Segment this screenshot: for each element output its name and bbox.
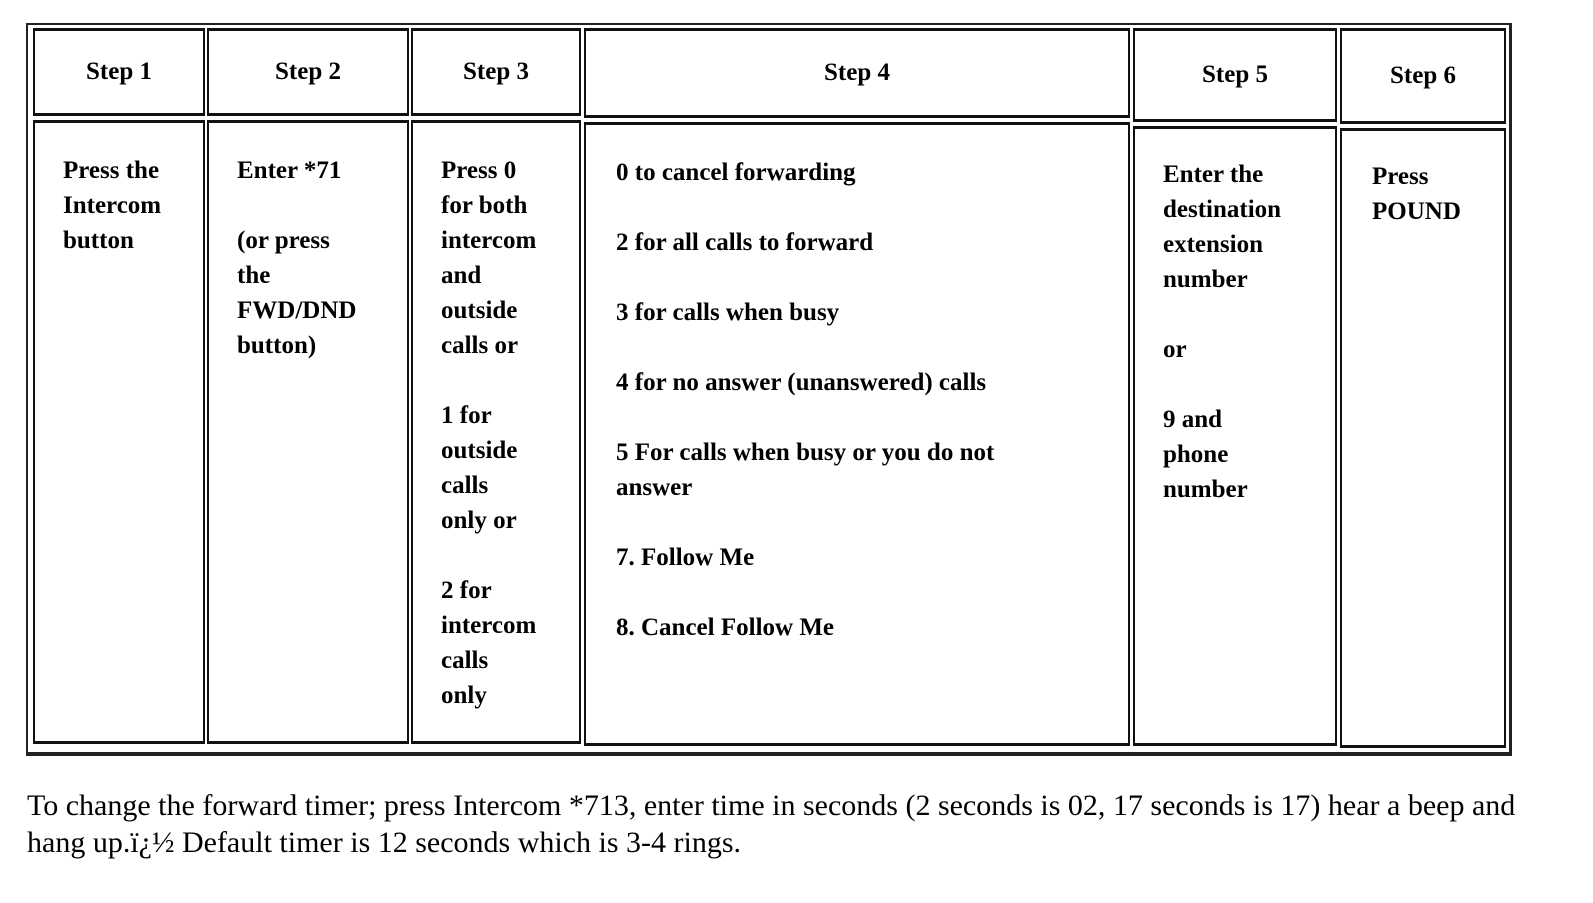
header-step-3: Step 3: [411, 28, 581, 116]
header-step-6: Step 6: [1340, 28, 1506, 124]
step-2-alt-line: the: [237, 262, 271, 289]
header-label: Step 1: [86, 58, 152, 85]
step-2-cell: Enter *71 (or press the FWD/DND button): [207, 120, 409, 744]
step-1-line: Press the: [63, 157, 160, 184]
step-5-line: destination: [1163, 196, 1282, 223]
step-5-line: phone: [1163, 441, 1229, 468]
step-4-option: 2 for all calls to forward: [616, 229, 874, 256]
step-5-line: number: [1163, 266, 1248, 293]
step-3-line: only: [441, 682, 487, 709]
step-6-line: Press: [1372, 163, 1429, 190]
step-1-cell: Press the Intercom button: [33, 120, 205, 744]
step-4-option: 4 for no answer (unanswered) calls: [616, 369, 987, 396]
step-4-option: 5 For calls when busy or you do not answ…: [616, 439, 995, 501]
header-step-1: Step 1: [33, 28, 205, 116]
forward-timer-note: To change the forward timer; press Inter…: [27, 789, 1516, 859]
step-3-line: intercom: [441, 227, 537, 254]
step-3-cell: Press 0 for both intercom and outside ca…: [411, 120, 581, 744]
step-3-line: calls or: [441, 332, 519, 359]
step-5-line: extension: [1163, 231, 1263, 258]
step-3-line: calls: [441, 647, 489, 674]
step-6-line: POUND: [1372, 198, 1461, 225]
step-4-option: 0 to cancel forwarding: [616, 159, 856, 186]
header-label: Step 4: [824, 59, 890, 86]
step-2-alt-line: FWD/DND: [237, 297, 357, 324]
step-3-line: 1 for: [441, 402, 492, 429]
step-5-line: 9 and: [1163, 406, 1223, 433]
header-step-4: Step 4: [584, 28, 1130, 118]
step-2-instruction: Enter *71: [237, 157, 342, 184]
step-3-line: 2 for: [441, 577, 492, 604]
step-4-option: 3 for calls when busy: [616, 299, 840, 326]
step-3-line: outside: [441, 297, 518, 324]
step-3-line: intercom: [441, 612, 537, 639]
step-2-alt-line: (or press: [237, 227, 330, 254]
step-3-line: Press 0: [441, 157, 517, 184]
step-5-or: or: [1163, 336, 1187, 363]
step-3-line: only or: [441, 507, 517, 534]
step-5-cell: Enter the destination extension number o…: [1133, 126, 1337, 746]
header-step-5: Step 5: [1133, 28, 1337, 122]
step-3-line: for both: [441, 192, 528, 219]
step-4-cell: 0 to cancel forwarding 2 for all calls t…: [584, 122, 1130, 746]
step-3-line: and: [441, 262, 482, 289]
step-3-line: outside: [441, 437, 518, 464]
step-6-cell: Press POUND: [1340, 128, 1506, 748]
step-5-line: number: [1163, 476, 1248, 503]
step-3-line: calls: [441, 472, 489, 499]
header-label: Step 3: [463, 58, 529, 85]
step-1-line: Intercom: [63, 192, 162, 219]
header-label: Step 2: [275, 58, 341, 85]
step-4-option: 7. Follow Me: [616, 544, 755, 571]
step-4-option: 8. Cancel Follow Me: [616, 614, 835, 641]
step-2-alt-line: button): [237, 332, 317, 359]
header-label: Step 6: [1390, 62, 1456, 89]
header-step-2: Step 2: [207, 28, 409, 116]
step-1-line: button: [63, 227, 134, 254]
step-5-line: Enter the: [1163, 161, 1264, 188]
header-label: Step 5: [1202, 61, 1268, 88]
